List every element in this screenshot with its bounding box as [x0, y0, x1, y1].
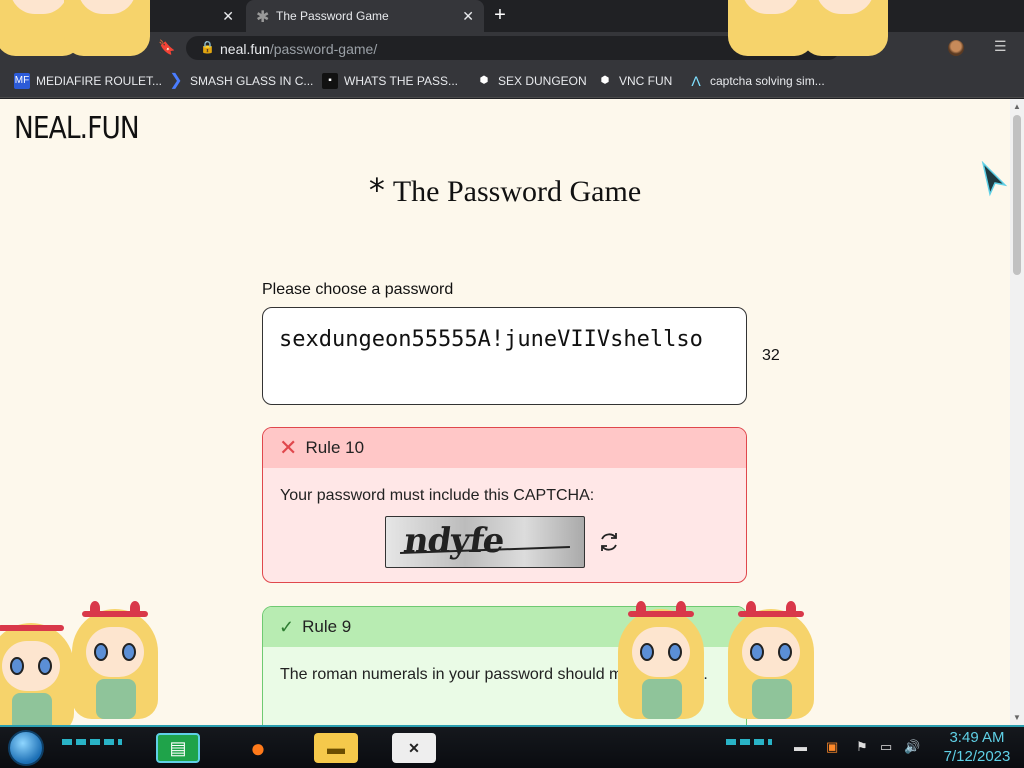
bookmark-label: WHATS THE PASS...: [344, 74, 459, 88]
game-icon[interactable]: ✕: [392, 733, 436, 763]
captcha-text: ndyfe: [401, 521, 507, 561]
mascot-eye: [122, 643, 136, 661]
mascot-sticker: [62, 0, 152, 60]
lock-icon[interactable]: 🔒: [200, 40, 215, 54]
bookmark-label: SEX DUNGEON: [498, 74, 587, 88]
bookmark-item-whats-the-pass[interactable]: ▪ WHATS THE PASS...: [322, 73, 458, 89]
mascot-dress: [12, 693, 52, 725]
url-host: neal.fun: [220, 41, 270, 57]
taskbar-decoration: [726, 739, 772, 745]
firefox-icon[interactable]: ●: [236, 733, 280, 763]
volume-icon[interactable]: 🔊: [904, 739, 920, 755]
page-title-text: The Password Game: [392, 175, 642, 208]
bookmark-label: VNC FUN: [619, 74, 673, 88]
bookmark-item-sex-dungeon[interactable]: ⬢ SEX DUNGEON: [476, 73, 587, 89]
dark-page-icon: ▪: [322, 73, 338, 89]
start-button[interactable]: [8, 730, 44, 766]
url-path: /password-game/: [269, 41, 378, 57]
close-tab-icon[interactable]: ✕: [222, 8, 234, 25]
mascot-eye: [640, 643, 654, 661]
taskbar: ▤ ● ▬ ✕ ▬ ▣ ⚑ ▭ 🔊 3:49 AM 7/12/2023: [0, 725, 1024, 768]
cube-icon: ⬢: [479, 75, 489, 86]
rule-title: Rule 10: [305, 438, 365, 457]
mascot-eye: [750, 643, 764, 661]
rule-text: Your password must include this CAPTCHA:: [280, 487, 595, 504]
arrow-a-icon: Λ: [691, 73, 701, 89]
asterisk-icon: *: [368, 171, 385, 209]
mascot-dress: [642, 679, 682, 719]
mascot-sticker: [70, 599, 160, 723]
page-scrollbar[interactable]: ▲ ▼: [1010, 99, 1024, 725]
glass-icon: ❯: [169, 72, 183, 89]
page-title: * The Password Game: [0, 171, 1010, 209]
x-icon: ✕: [279, 435, 298, 460]
close-tab-icon[interactable]: ✕: [462, 8, 474, 25]
mascot-eye: [94, 643, 108, 661]
bookmark-item-vnc-fun[interactable]: ⬢ VNC FUN: [597, 73, 673, 89]
bookmark-item-captcha-solving[interactable]: Λ captcha solving sim...: [688, 73, 825, 89]
new-tab-button[interactable]: +: [490, 5, 510, 26]
tab-password-game[interactable]: ✱ The Password Game ✕: [246, 0, 484, 32]
tray-app-icon[interactable]: ▣: [826, 739, 838, 755]
bookmark-item-smash-glass[interactable]: ❯ SMASH GLASS IN C...: [168, 73, 313, 89]
mediafire-icon: MF: [14, 73, 30, 89]
refresh-icon[interactable]: [597, 530, 621, 554]
mascot-eye: [10, 657, 24, 675]
scroll-up-icon[interactable]: ▲: [1013, 102, 1021, 111]
mascot-eye: [38, 657, 52, 675]
character-count: 32: [762, 347, 780, 364]
cursor-icon: [981, 161, 1008, 197]
bookmark-label: SMASH GLASS IN C...: [190, 74, 314, 88]
profile-avatar[interactable]: [948, 40, 964, 56]
bookmark-label: captcha solving sim...: [710, 74, 825, 88]
rule-card-failing: ✕ Rule 10 Your password must include thi…: [262, 427, 747, 583]
mascot-dress: [752, 679, 792, 719]
mascot-sticker: [0, 613, 76, 725]
network-icon[interactable]: ▭: [880, 739, 892, 755]
page-content: NEAL.FUN * The Password Game Please choos…: [0, 99, 1010, 725]
mascot-headband: [738, 611, 804, 617]
bookmark-label: MEDIAFIRE ROULET...: [36, 74, 163, 88]
bookmarks-bar: MF MEDIAFIRE ROULET... ❯ SMASH GLASS IN …: [0, 64, 1024, 98]
mascot-sticker: [800, 0, 890, 60]
show-hidden-icons-icon[interactable]: ▬: [794, 739, 807, 754]
url-text[interactable]: neal.fun/password-game/: [220, 41, 377, 57]
scrollbar-thumb[interactable]: [1013, 115, 1021, 275]
flag-icon[interactable]: ⚑: [856, 739, 868, 755]
bookmark-icon[interactable]: 🔖: [158, 39, 175, 56]
chat-icon[interactable]: ▤: [156, 733, 200, 763]
mascot-eye: [778, 643, 792, 661]
rule-header: ✕ Rule 10: [263, 428, 746, 468]
browser-menu-icon[interactable]: ☰: [994, 38, 1007, 55]
mascot-headband: [628, 611, 694, 617]
bookmark-item-mediafire[interactable]: MF MEDIAFIRE ROULET...: [14, 73, 162, 89]
mascot-headband: [0, 625, 64, 631]
system-clock[interactable]: 3:49 AM 7/12/2023: [934, 728, 1020, 766]
asterisk-favicon-icon: ✱: [256, 9, 270, 26]
mascot-headband: [82, 611, 148, 617]
password-prompt: Please choose a password: [262, 281, 454, 298]
clock-time: 3:49 AM: [949, 729, 1005, 746]
mascot-sticker: [726, 599, 816, 723]
captcha-image: ndyfe: [385, 516, 585, 568]
clock-date: 7/12/2023: [943, 748, 1011, 765]
site-logo[interactable]: NEAL.FUN: [14, 111, 140, 146]
mascot-dress: [96, 679, 136, 719]
file-explorer-icon[interactable]: ▬: [314, 733, 358, 763]
password-input[interactable]: sexdungeon55555A!juneVIIVshellso: [262, 307, 747, 405]
scroll-down-icon[interactable]: ▼: [1013, 713, 1021, 722]
taskbar-decoration: [62, 739, 122, 745]
tab-label: The Password Game: [276, 9, 389, 23]
mascot-eye: [668, 643, 682, 661]
mascot-sticker: [616, 599, 706, 723]
check-icon: ✓: [279, 616, 295, 637]
rule-title: Rule 9: [302, 617, 352, 636]
cube-icon: ⬢: [600, 75, 610, 86]
